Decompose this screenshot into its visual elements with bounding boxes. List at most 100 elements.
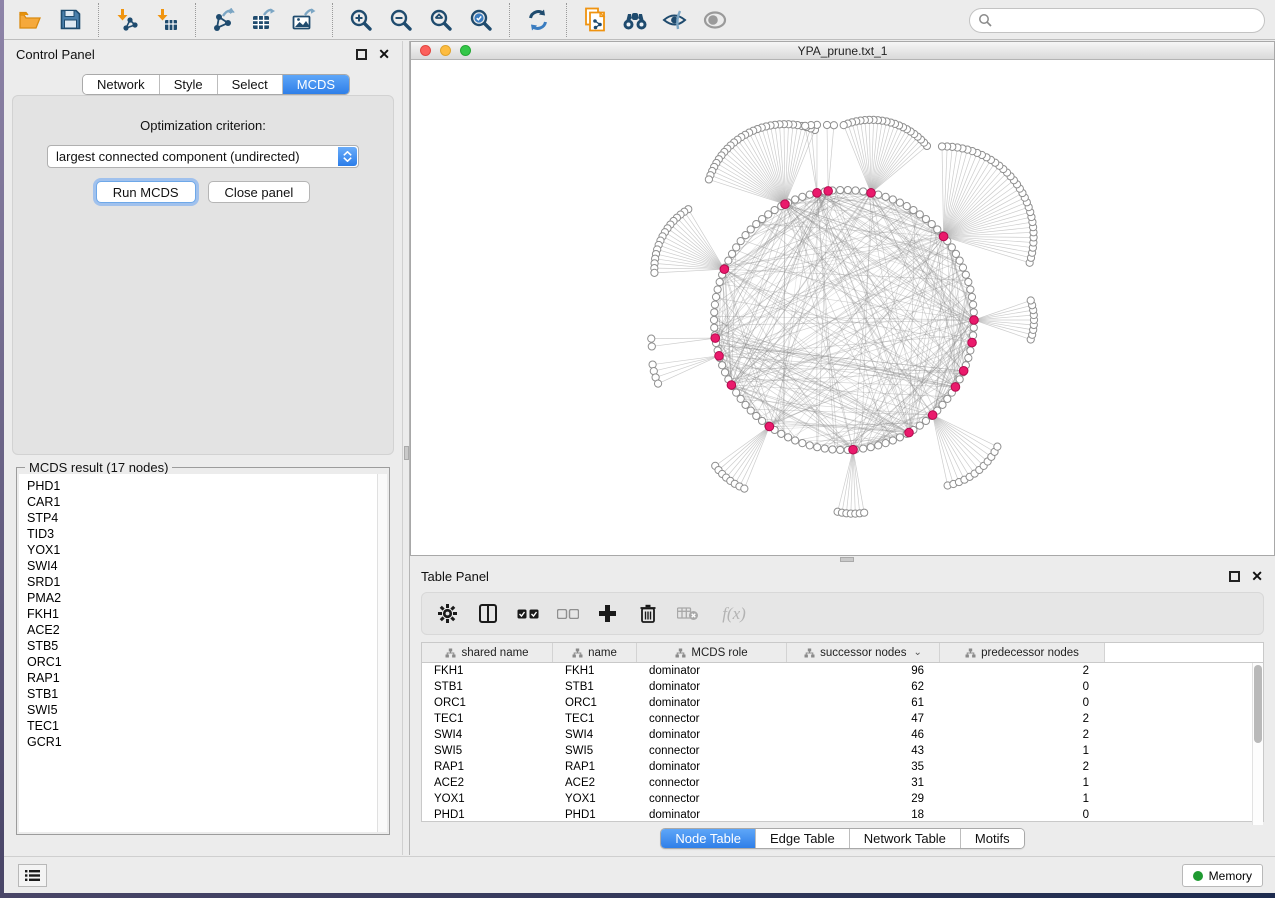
import-network-button[interactable]: [107, 3, 147, 37]
control-panel-tab-mcds[interactable]: MCDS: [283, 75, 349, 94]
cell-name: ACE2: [553, 775, 637, 791]
mcds-result-item[interactable]: ACE2: [27, 622, 377, 638]
hide-selected-button[interactable]: [655, 3, 695, 37]
close-panel-icon[interactable]: ✕: [378, 49, 390, 60]
float-panel-icon[interactable]: [356, 49, 367, 60]
table-row[interactable]: STB1STB1dominator620: [422, 679, 1263, 695]
table-row[interactable]: ORC1ORC1dominator610: [422, 695, 1263, 711]
function-builder-button[interactable]: f(x): [712, 598, 756, 629]
minimize-window-icon[interactable]: [440, 45, 451, 56]
control-panel-tabs: NetworkStyleSelectMCDS: [82, 74, 350, 95]
cell-successor_nodes: 35: [787, 759, 940, 775]
table-row[interactable]: PHD1PHD1dominator180: [422, 807, 1263, 822]
zoom-selected-button[interactable]: [461, 3, 501, 37]
mcds-result-item[interactable]: FKH1: [27, 606, 377, 622]
table-scrollbar[interactable]: [1252, 663, 1263, 825]
close-panel-icon[interactable]: ✕: [1251, 571, 1263, 582]
column-header-name[interactable]: name: [553, 643, 637, 662]
table-scrollbar-thumb[interactable]: [1254, 665, 1262, 743]
mcds-result-item[interactable]: GCR1: [27, 734, 377, 750]
table-row[interactable]: FKH1FKH1dominator962: [422, 663, 1263, 679]
zoom-out-button[interactable]: [381, 3, 421, 37]
column-header-predecessor-nodes[interactable]: predecessor nodes: [940, 643, 1105, 662]
vertical-splitter[interactable]: [402, 41, 410, 855]
export-network-button[interactable]: [204, 3, 244, 37]
run-mcds-button[interactable]: Run MCDS: [96, 181, 196, 203]
column-header-label: predecessor nodes: [981, 647, 1079, 659]
mcds-result-item[interactable]: PMA2: [27, 590, 377, 606]
search-input[interactable]: [969, 8, 1265, 33]
control-panel-tab-style[interactable]: Style: [160, 75, 218, 94]
mcds-result-item[interactable]: PHD1: [27, 478, 377, 494]
mcds-result-item[interactable]: STB1: [27, 686, 377, 702]
cell-shared_name: RAP1: [422, 759, 553, 775]
mcds-result-list[interactable]: PHD1CAR1STP4TID3YOX1SWI4SRD1PMA2FKH1ACE2…: [19, 474, 377, 832]
delete-column-button[interactable]: [632, 598, 663, 629]
mcds-result-item[interactable]: TEC1: [27, 718, 377, 734]
table-row[interactable]: YOX1YOX1connector291: [422, 791, 1263, 807]
mcds-result-scrollbar[interactable]: [377, 474, 387, 832]
mcds-result-item[interactable]: SWI5: [27, 702, 377, 718]
column-header-shared-name[interactable]: shared name: [422, 643, 553, 662]
cell-predecessor_nodes: 1: [940, 775, 1105, 791]
control-panel-tab-select[interactable]: Select: [218, 75, 283, 94]
cell-name: ORC1: [553, 695, 637, 711]
mcds-result-item[interactable]: RAP1: [27, 670, 377, 686]
refresh-layout-icon: [526, 8, 550, 32]
table-tab-edge-table[interactable]: Edge Table: [756, 829, 850, 848]
table-row[interactable]: TEC1TEC1connector472: [422, 711, 1263, 727]
select-all-rows-button[interactable]: [512, 598, 543, 629]
column-layout-button[interactable]: [472, 598, 503, 629]
mcds-result-item[interactable]: SRD1: [27, 574, 377, 590]
cell-predecessor_nodes: 1: [940, 791, 1105, 807]
cell-mcds_role: dominator: [637, 727, 787, 743]
table-tab-network-table[interactable]: Network Table: [850, 829, 961, 848]
mcds-result-item[interactable]: CAR1: [27, 494, 377, 510]
zoom-in-button[interactable]: [341, 3, 381, 37]
network-canvas[interactable]: [411, 61, 1274, 555]
import-table-button[interactable]: [147, 3, 187, 37]
splitter-grip[interactable]: [404, 446, 409, 460]
table-row[interactable]: SWI4SWI4dominator462: [422, 727, 1263, 743]
delete-table-button[interactable]: [672, 598, 703, 629]
zoom-fit-button[interactable]: [421, 3, 461, 37]
open-file-button[interactable]: [10, 3, 50, 37]
network-list-button[interactable]: [18, 864, 47, 887]
network-window-title: YPA_prune.txt_1: [798, 44, 888, 58]
cell-predecessor_nodes: 2: [940, 663, 1105, 679]
cell-mcds_role: dominator: [637, 695, 787, 711]
export-table-button[interactable]: [244, 3, 284, 37]
column-type-icon: [572, 648, 583, 658]
splitter-grip[interactable]: [840, 557, 854, 562]
mcds-result-item[interactable]: TID3: [27, 526, 377, 542]
find-button[interactable]: [615, 3, 655, 37]
table-row[interactable]: ACE2ACE2connector311: [422, 775, 1263, 791]
table-tab-motifs[interactable]: Motifs: [961, 829, 1024, 848]
mcds-result-item[interactable]: STB5: [27, 638, 377, 654]
clone-network-button[interactable]: [575, 3, 615, 37]
horizontal-splitter[interactable]: [410, 556, 1275, 563]
close-panel-button[interactable]: Close panel: [208, 181, 311, 203]
table-row[interactable]: RAP1RAP1dominator352: [422, 759, 1263, 775]
control-panel-tab-network[interactable]: Network: [83, 75, 160, 94]
table-row[interactable]: SWI5SWI5connector431: [422, 743, 1263, 759]
table-options-gear-button[interactable]: [432, 598, 463, 629]
deselect-all-rows-button[interactable]: [552, 598, 583, 629]
column-header-MCDS-role[interactable]: MCDS role: [637, 643, 787, 662]
float-panel-icon[interactable]: [1229, 571, 1240, 582]
table-tab-node-table[interactable]: Node Table: [661, 829, 756, 848]
mcds-result-item[interactable]: YOX1: [27, 542, 377, 558]
close-window-icon[interactable]: [420, 45, 431, 56]
mcds-result-item[interactable]: STP4: [27, 510, 377, 526]
save-session-button[interactable]: [50, 3, 90, 37]
column-header-successor-nodes[interactable]: successor nodes⌄: [787, 643, 940, 662]
mcds-result-item[interactable]: SWI4: [27, 558, 377, 574]
refresh-layout-button[interactable]: [518, 3, 558, 37]
criterion-dropdown[interactable]: largest connected component (undirected): [47, 145, 359, 168]
mcds-result-item[interactable]: ORC1: [27, 654, 377, 670]
maximize-window-icon[interactable]: [460, 45, 471, 56]
show-all-button[interactable]: [695, 3, 735, 37]
add-column-button[interactable]: [592, 598, 623, 629]
memory-button[interactable]: Memory: [1182, 864, 1263, 887]
export-image-button[interactable]: [284, 3, 324, 37]
